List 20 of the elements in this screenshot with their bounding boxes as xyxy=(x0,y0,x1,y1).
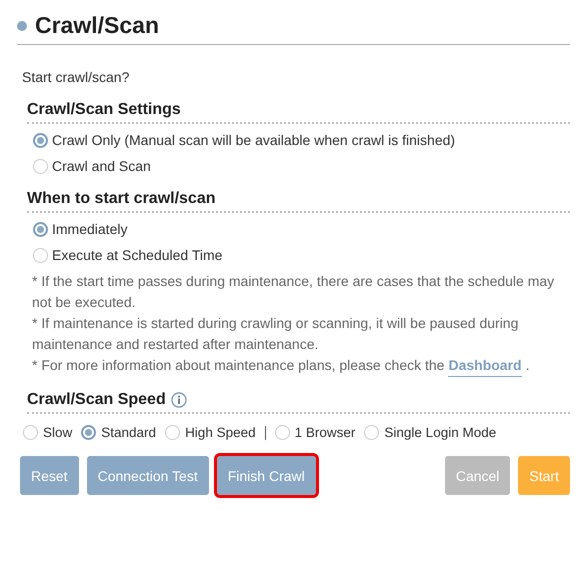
note-period: . xyxy=(526,356,530,375)
radio-option[interactable]: Slow xyxy=(23,425,72,440)
page-title: Crawl/Scan xyxy=(35,12,159,39)
note-text: * If the start time passes during maintenance, there are cases that the schedule may not be executed. xyxy=(32,272,556,312)
section-heading: When to start crawl/scan xyxy=(27,190,570,213)
radio-option[interactable]: Execute at Scheduled Time xyxy=(33,247,570,263)
section-heading: Crawl/Scan Settings xyxy=(27,101,570,124)
radio-option[interactable]: Crawl Only (Manual scan will be available when crawl is finished) xyxy=(33,132,570,148)
radio-option[interactable]: Immediately xyxy=(33,221,570,237)
section-heading: Crawl/Scan Speed xyxy=(27,391,166,409)
prompt-text: Start crawl/scan? xyxy=(22,69,130,85)
radio-option[interactable]: Standard xyxy=(81,425,156,440)
radio-option[interactable]: Crawl and Scan xyxy=(33,158,570,174)
info-icon[interactable] xyxy=(170,392,187,408)
note-text: * For more information about maintenance plans, please check the xyxy=(32,356,444,375)
toggle-option[interactable]: Single Login Mode xyxy=(364,425,496,440)
radio-option[interactable]: High Speed xyxy=(165,425,256,440)
title-bullet-icon xyxy=(17,20,27,30)
toggle-option[interactable]: 1 Browser xyxy=(274,425,356,440)
note-text: * If maintenance is started during crawling or scanning, it will be paused during maintenance and restarted after maintenance. xyxy=(32,314,520,354)
